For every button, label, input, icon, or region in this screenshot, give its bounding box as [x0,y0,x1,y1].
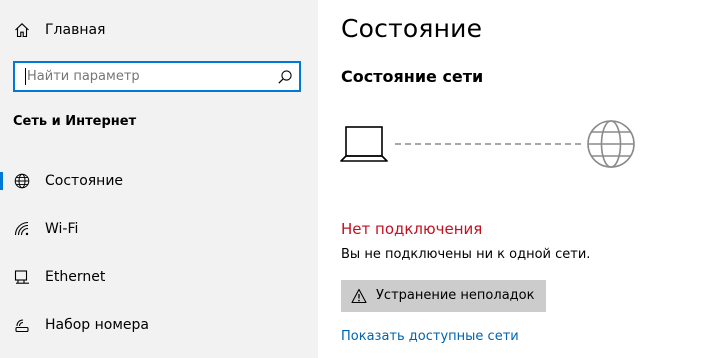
sidebar-item-home[interactable]: Главная [0,10,318,50]
sidebar-item-label: Состояние [45,173,124,189]
page-title: Состояние [341,14,483,43]
home-icon [14,22,30,38]
sidebar-item-ethernet[interactable]: Ethernet [0,257,318,297]
sidebar-item-label: Wi-Fi [45,221,79,237]
connection-status-title: Нет подключения [341,220,483,238]
sidebar-item-label: Ethernet [45,269,106,285]
internet-globe-icon [587,120,635,168]
sidebar-item-label: Главная [45,22,106,38]
search-icon[interactable] [277,69,293,85]
troubleshoot-button-label: Устранение неполадок [376,288,535,303]
show-available-networks-link[interactable]: Показать доступные сети [341,329,519,344]
ethernet-icon [14,269,30,285]
search-input[interactable] [27,63,277,90]
dialup-icon [14,317,30,333]
wifi-icon [14,221,30,237]
sidebar-item-wifi[interactable]: Wi-Fi [0,209,318,249]
section-title: Сеть и Интернет [13,114,137,129]
sidebar-item-label: Набор номера [45,317,150,333]
laptop-icon [340,126,388,162]
connection-status-description: Вы не подключены ни к одной сети. [341,247,591,262]
network-diagram [340,118,645,172]
troubleshoot-button[interactable]: Устранение неполадок [341,280,546,312]
sidebar-item-dialup[interactable]: Набор номера [0,305,318,345]
sidebar: Главная Сеть и Интернет Состояние [0,0,318,358]
globe-icon [14,173,30,189]
network-status-heading: Состояние сети [341,67,484,86]
sidebar-item-status[interactable]: Состояние [0,161,318,201]
main-content: Состояние Состояние сети Нет подключения… [318,0,726,358]
search-box[interactable] [13,61,301,92]
text-caret [25,68,26,85]
warning-icon [351,288,367,304]
active-indicator [0,172,3,190]
